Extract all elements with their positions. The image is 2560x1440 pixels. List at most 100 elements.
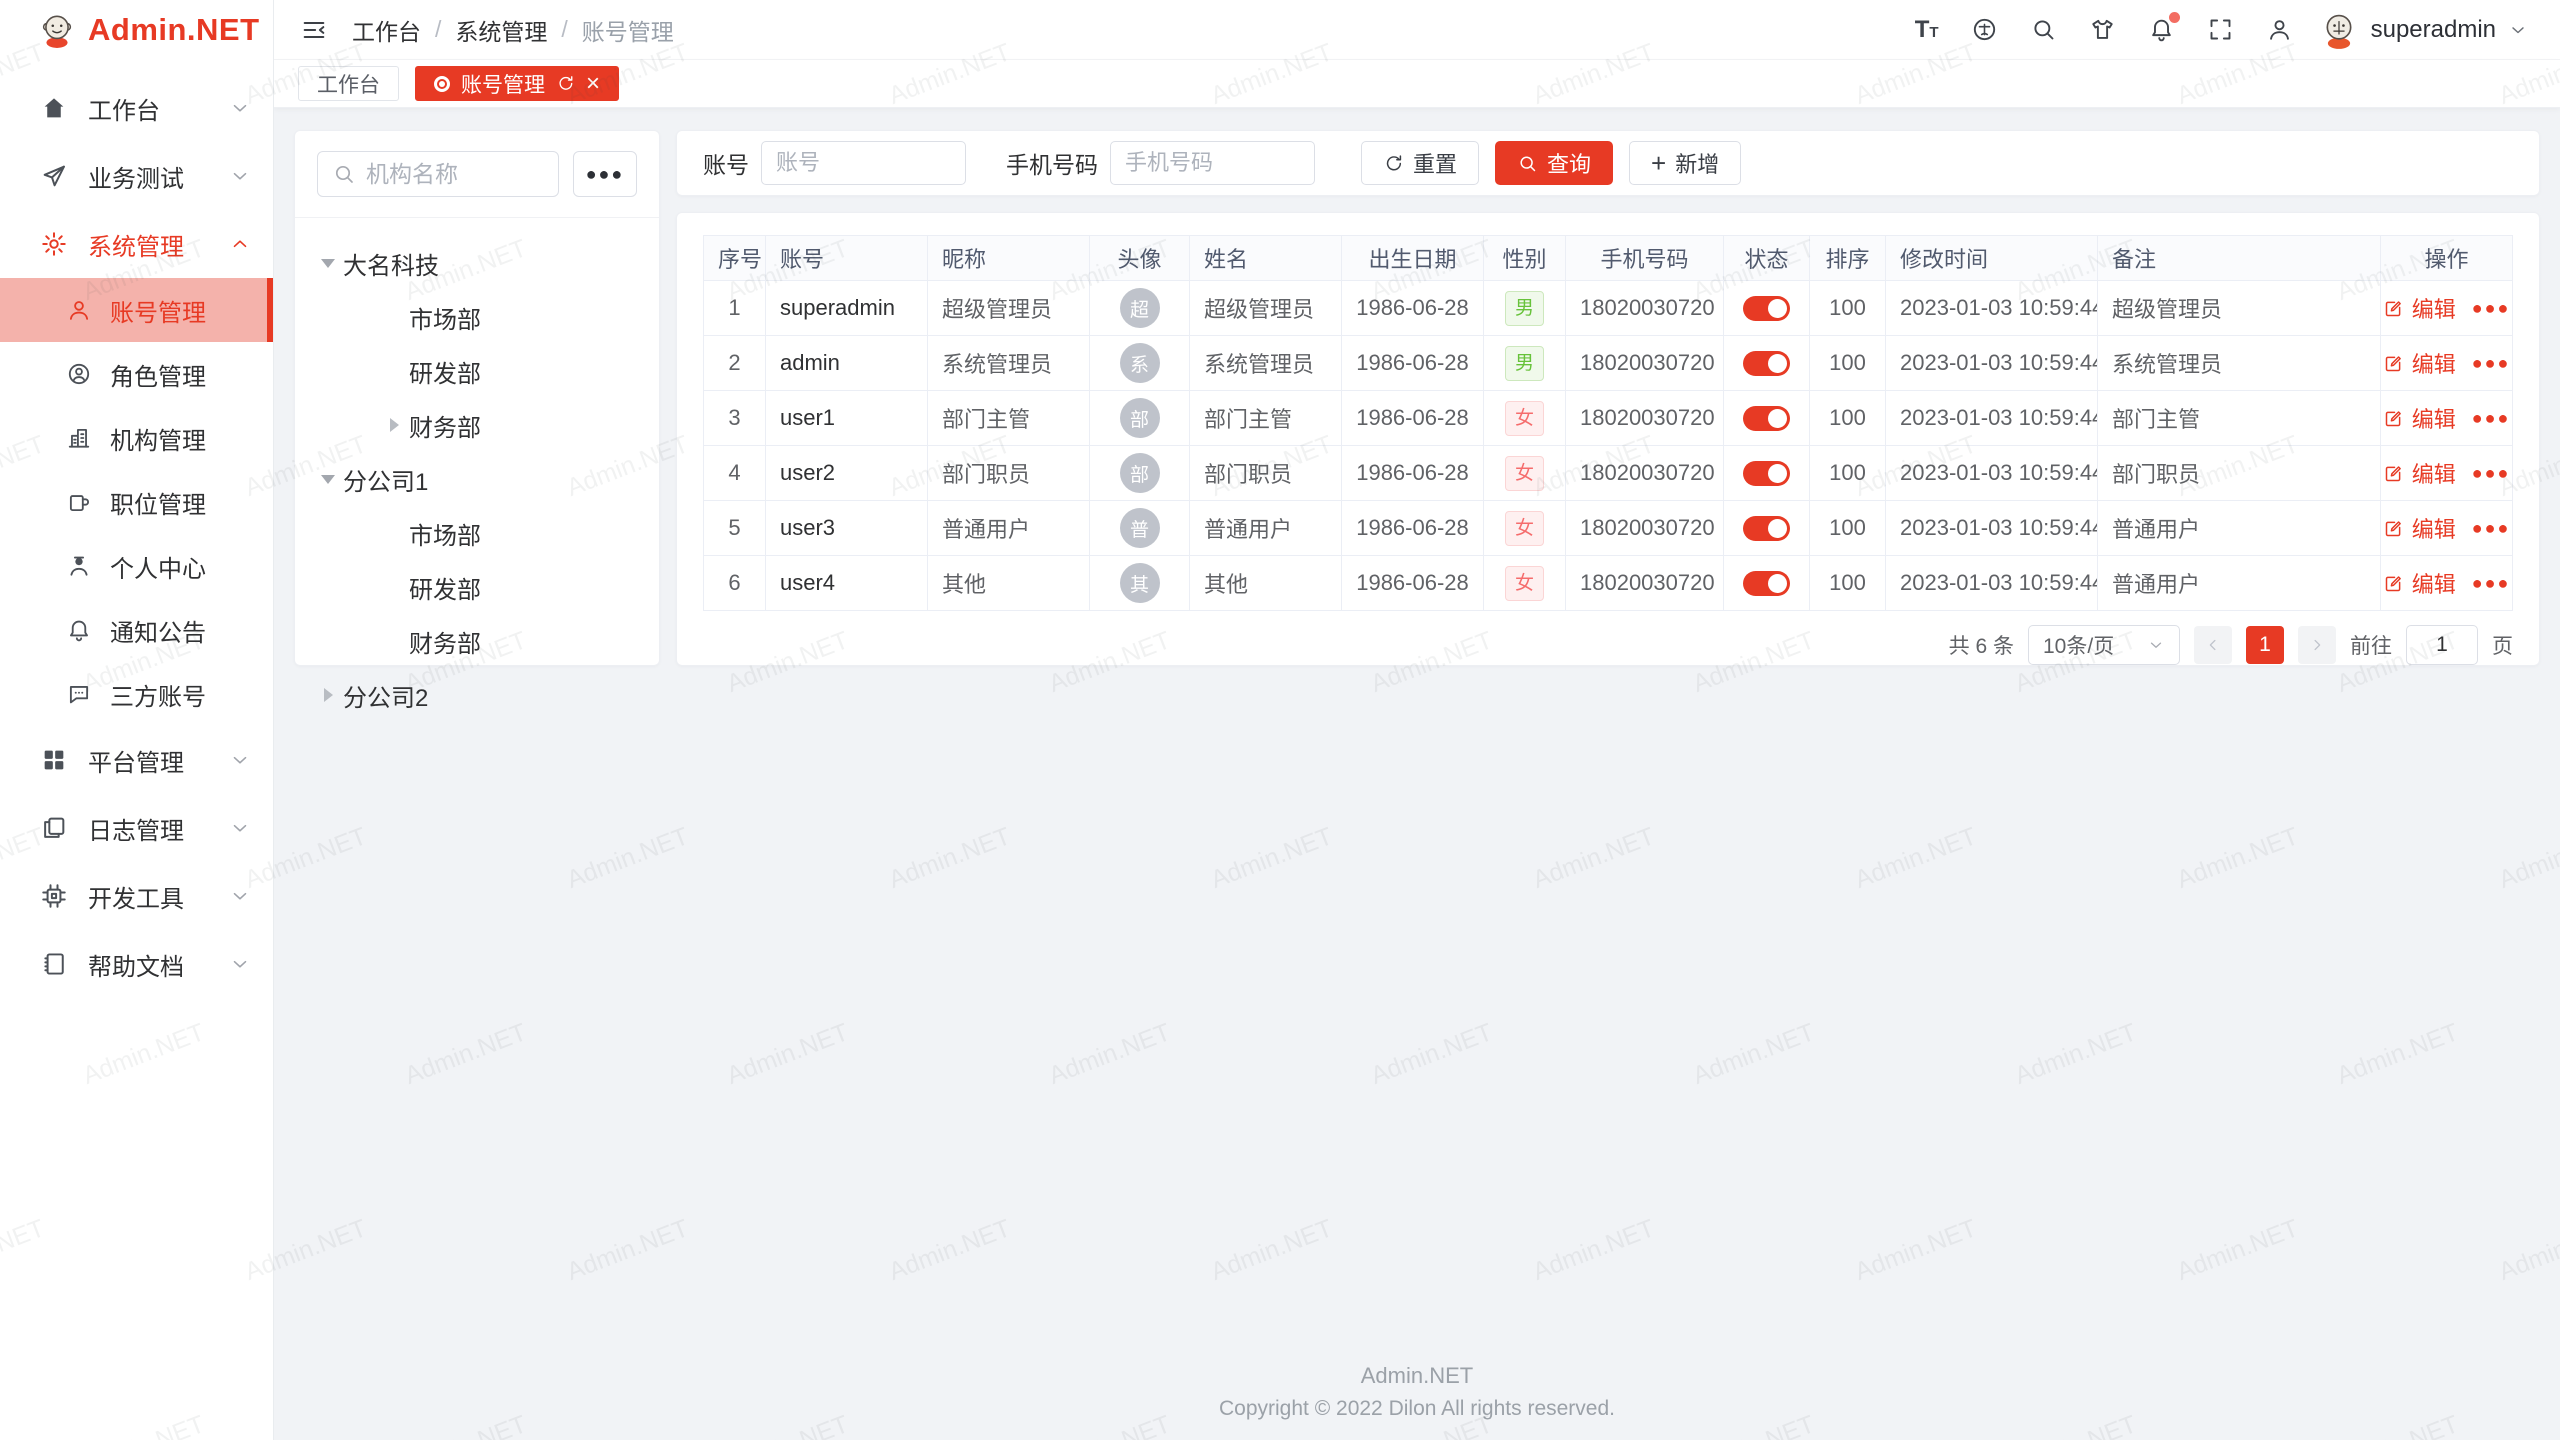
sidebar-item-position-management[interactable]: 职位管理: [0, 470, 273, 534]
org-search-input[interactable]: [366, 161, 544, 188]
user-table: 序号账号昵称头像姓名出生日期性别手机号码状态排序修改时间备注操作 1 super…: [703, 235, 2513, 611]
cell-modified-time: 2023-01-03 10:59:44: [1886, 446, 2098, 501]
sidebar-item-personal-center[interactable]: 个人中心: [0, 534, 273, 598]
edit-button[interactable]: 编辑: [2383, 292, 2456, 324]
tree-node[interactable]: 财务部: [305, 614, 649, 668]
add-button[interactable]: + 新增: [1629, 141, 1741, 185]
status-toggle[interactable]: [1743, 571, 1790, 596]
sidebar-item-label: 个人中心: [110, 549, 206, 584]
tab-account-management[interactable]: 账号管理×: [415, 66, 619, 101]
caret-right-icon[interactable]: [390, 418, 399, 432]
avatar: [2319, 10, 2359, 50]
sidebar-item-dev-tools[interactable]: 开发工具: [0, 862, 273, 930]
caret-down-icon[interactable]: [321, 259, 335, 268]
breadcrumb-item[interactable]: 系统管理: [455, 13, 547, 47]
table-row: 3 user1 部门主管 部 部门主管 1986-06-28 女 1802003…: [704, 391, 2513, 446]
tab-refresh-icon[interactable]: [556, 74, 575, 93]
status-toggle[interactable]: [1743, 296, 1790, 321]
tab-close-icon[interactable]: ×: [586, 72, 600, 96]
org-search-box[interactable]: [317, 151, 559, 197]
avatar: 部: [1120, 398, 1160, 438]
sidebar-item-role-management[interactable]: 角色管理: [0, 342, 273, 406]
tree-node[interactable]: 财务部: [305, 398, 649, 452]
tree-more-button[interactable]: ●●●: [573, 151, 637, 197]
tree-node[interactable]: 市场部: [305, 506, 649, 560]
status-toggle[interactable]: [1743, 406, 1790, 431]
sidebar-item-help-docs[interactable]: 帮助文档: [0, 930, 273, 998]
sidebar-item-platform-management[interactable]: 平台管理: [0, 726, 273, 794]
collapse-menu-icon[interactable]: [300, 16, 328, 44]
tree-node[interactable]: 市场部: [305, 290, 649, 344]
sidebar-item-workbench[interactable]: 工作台: [0, 74, 273, 142]
account-filter-input[interactable]: [761, 141, 966, 185]
goto-page-input[interactable]: [2406, 625, 2478, 665]
sidebar-item-org-management[interactable]: 机构管理: [0, 406, 273, 470]
docs-icon: [40, 814, 68, 842]
page-number-1[interactable]: 1: [2246, 626, 2284, 664]
profile-icon[interactable]: [2266, 16, 2293, 43]
chevron-left-icon: [2204, 636, 2222, 654]
sidebar-item-label: 账号管理: [110, 293, 206, 328]
sidebar-item-third-party-account[interactable]: 三方账号: [0, 662, 273, 726]
chevron-down-icon: [229, 953, 251, 975]
cell-actions: 编辑 ●●●: [2381, 391, 2513, 446]
column-header: 性别: [1484, 236, 1566, 281]
search-icon[interactable]: [2030, 16, 2057, 43]
edit-button[interactable]: 编辑: [2383, 457, 2456, 489]
sidebar-item-label: 职位管理: [110, 485, 206, 520]
page-size-select[interactable]: 10条/页: [2028, 625, 2180, 665]
caret-down-icon[interactable]: [321, 475, 335, 484]
more-actions-button[interactable]: ●●●: [2472, 463, 2511, 484]
user-menu[interactable]: superadmin: [2319, 10, 2528, 50]
language-icon[interactable]: [1971, 16, 1998, 43]
logo: Admin.NET: [0, 0, 273, 60]
tree-node[interactable]: 研发部: [305, 560, 649, 614]
tree-node[interactable]: 大名科技: [305, 236, 649, 290]
sidebar-item-system-management[interactable]: 系统管理: [0, 210, 273, 278]
phone-filter-input[interactable]: [1110, 141, 1315, 185]
font-size-icon[interactable]: TT: [1915, 18, 1939, 42]
tree-node[interactable]: 分公司1: [305, 452, 649, 506]
cell-nickname: 超级管理员: [928, 281, 1090, 336]
gender-tag: 女: [1505, 566, 1544, 601]
fullscreen-icon[interactable]: [2207, 16, 2234, 43]
tree-node[interactable]: 分公司2: [305, 668, 649, 722]
column-header: 账号: [766, 236, 928, 281]
sidebar-item-notice[interactable]: 通知公告: [0, 598, 273, 662]
sidebar-item-account-management[interactable]: 账号管理: [0, 278, 273, 342]
notification-icon[interactable]: [2148, 16, 2175, 43]
chevron-down-icon: [229, 97, 251, 119]
more-actions-button[interactable]: ●●●: [2472, 573, 2511, 594]
cell-avatar: 普: [1090, 501, 1190, 556]
more-actions-button[interactable]: ●●●: [2472, 518, 2511, 539]
theme-icon[interactable]: [2089, 16, 2116, 43]
more-actions-button[interactable]: ●●●: [2472, 353, 2511, 374]
tree-node-label: 分公司2: [343, 678, 428, 713]
more-actions-button[interactable]: ●●●: [2472, 298, 2511, 319]
sidebar-item-business-test[interactable]: 业务测试: [0, 142, 273, 210]
edit-button[interactable]: 编辑: [2383, 402, 2456, 434]
sidebar-item-label: 业务测试: [88, 159, 184, 194]
next-page-button[interactable]: [2298, 626, 2336, 664]
building-icon: [66, 425, 92, 451]
sidebar-item-log-management[interactable]: 日志管理: [0, 794, 273, 862]
edit-button[interactable]: 编辑: [2383, 567, 2456, 599]
breadcrumb-item[interactable]: 工作台: [352, 13, 421, 47]
status-toggle[interactable]: [1743, 516, 1790, 541]
cell-avatar: 系: [1090, 336, 1190, 391]
search-button[interactable]: 查询: [1495, 141, 1613, 185]
edit-button[interactable]: 编辑: [2383, 512, 2456, 544]
more-actions-button[interactable]: ●●●: [2472, 408, 2511, 429]
caret-right-icon[interactable]: [324, 688, 333, 702]
edit-button[interactable]: 编辑: [2383, 347, 2456, 379]
tree-node[interactable]: 研发部: [305, 344, 649, 398]
tab-workbench[interactable]: 工作台: [298, 66, 399, 101]
mug-icon: [66, 489, 92, 515]
reset-button[interactable]: 重置: [1361, 141, 1479, 185]
status-toggle[interactable]: [1743, 461, 1790, 486]
cell-avatar: 其: [1090, 556, 1190, 611]
cell-index: 6: [704, 556, 766, 611]
cell-phone: 18020030720: [1566, 281, 1724, 336]
status-toggle[interactable]: [1743, 351, 1790, 376]
prev-page-button[interactable]: [2194, 626, 2232, 664]
